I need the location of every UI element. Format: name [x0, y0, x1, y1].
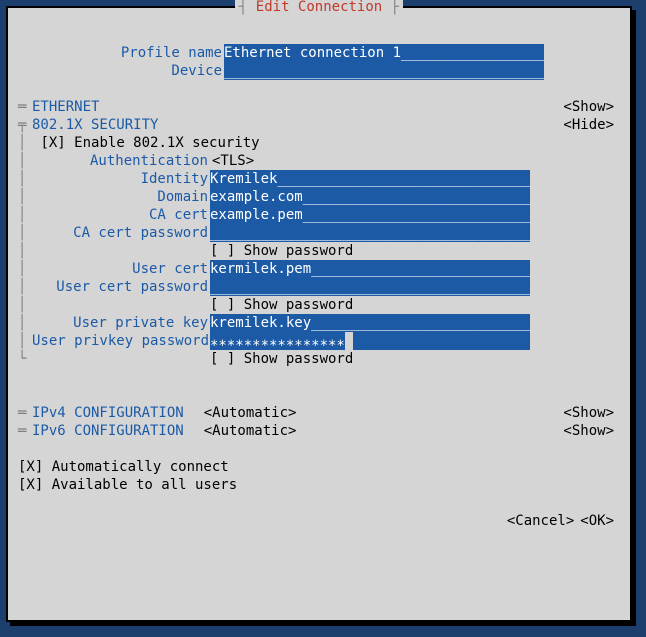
device-label: Device — [32, 62, 224, 80]
show-ca-pw-checkbox[interactable]: [ ] Show password — [210, 242, 353, 260]
user-cert-pw-input[interactable]: ________________________________________ — [210, 278, 530, 296]
ca-cert-input[interactable]: example.pem_____________________________… — [210, 206, 530, 224]
cancel-button[interactable]: <Cancel> — [501, 512, 574, 530]
text-cursor — [345, 332, 353, 350]
ca-cert-pw-label: CA cert password — [32, 224, 210, 242]
auth-select[interactable]: <TLS> — [210, 152, 254, 170]
user-key-pw-label: User privkey password — [32, 332, 210, 350]
ipv4-section-label: IPv4 CONFIGURATION — [32, 404, 184, 422]
user-key-label: User private key — [32, 314, 210, 332]
identity-input[interactable]: Kremilek________________________________… — [210, 170, 530, 188]
user-key-pw-input[interactable]: ****************________________________… — [210, 332, 530, 350]
tree-marker: ═ — [18, 422, 32, 440]
domain-label: Domain — [32, 188, 210, 206]
enable-8021x-checkbox[interactable]: [X] Enable 802.1X security — [32, 134, 260, 152]
device-input[interactable]: ________________________________________ — [224, 62, 544, 80]
ipv6-section-label: IPv6 CONFIGURATION — [32, 422, 184, 440]
domain-input[interactable]: example.com_____________________________… — [210, 188, 530, 206]
ethernet-toggle[interactable]: <Show> — [563, 98, 620, 116]
ipv4-toggle[interactable]: <Show> — [563, 404, 620, 422]
dialog-title: ┤ Edit Connection ├ — [235, 0, 403, 16]
ca-cert-pw-input[interactable]: ________________________________________ — [210, 224, 530, 242]
secx-section-label: 802.1X SECURITY — [32, 116, 158, 134]
all-users-checkbox[interactable]: [X] Available to all users — [18, 476, 237, 494]
ipv6-mode-select[interactable]: <Automatic> — [184, 422, 297, 440]
auth-label: Authentication — [32, 152, 210, 170]
secx-toggle[interactable]: <Hide> — [563, 116, 620, 134]
tree-marker: ═ — [18, 98, 32, 116]
ok-button[interactable]: <OK> — [574, 512, 614, 530]
profile-name-input[interactable]: Ethernet connection 1___________________… — [224, 44, 544, 62]
identity-label: Identity — [32, 170, 210, 188]
user-key-input[interactable]: kremilek.key____________________________… — [210, 314, 530, 332]
show-user-cert-pw-checkbox[interactable]: [ ] Show password — [210, 296, 353, 314]
tree-marker: ═ — [18, 404, 32, 422]
user-cert-input[interactable]: kermilek.pem____________________________… — [210, 260, 530, 278]
tree-marker: ╤ — [18, 116, 32, 134]
show-user-key-pw-checkbox[interactable]: [ ] Show password — [210, 350, 353, 368]
user-cert-pw-label: User cert password — [32, 278, 210, 296]
tree-corner: └ — [18, 350, 32, 368]
ethernet-section-label: ETHERNET — [32, 98, 99, 116]
dialog-window: ┤ Edit Connection ├ Profile name Etherne… — [6, 6, 632, 622]
ipv4-mode-select[interactable]: <Automatic> — [184, 404, 297, 422]
ca-cert-label: CA cert — [32, 206, 210, 224]
user-cert-label: User cert — [32, 260, 210, 278]
ipv6-toggle[interactable]: <Show> — [563, 422, 620, 440]
profile-name-label: Profile name — [32, 44, 224, 62]
auto-connect-checkbox[interactable]: [X] Automatically connect — [18, 458, 229, 476]
